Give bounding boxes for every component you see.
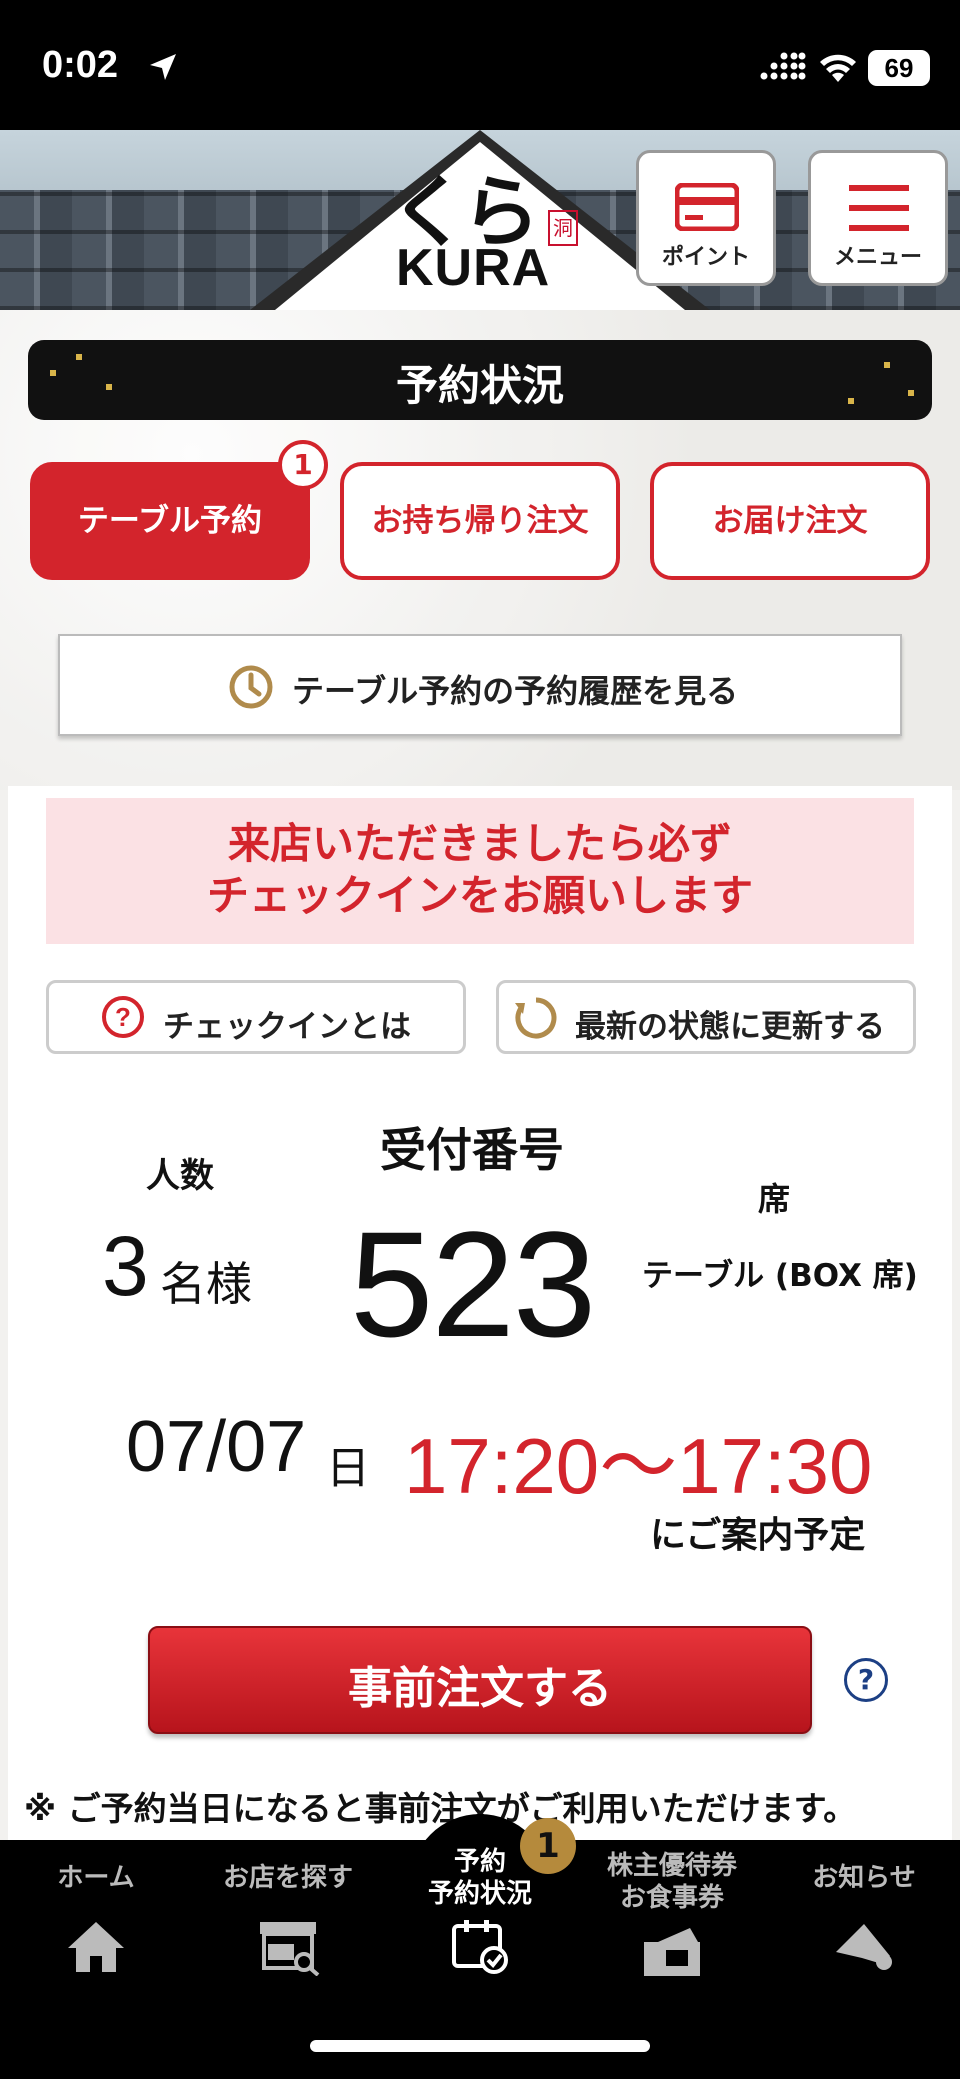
reservation-history-label: テーブル予約の予約履歴を見る: [292, 672, 739, 710]
people-count-unit: 名様: [160, 1257, 252, 1311]
location-arrow-icon: [150, 54, 176, 80]
seat-label: 席: [758, 1180, 791, 1218]
svg-text:?: ?: [115, 1002, 131, 1032]
refresh-status-label: 最新の状態に更新する: [575, 1009, 885, 1045]
pre-order-label: 事前注文する: [348, 1663, 612, 1714]
nav-news-label: お知らせ: [812, 1863, 916, 1893]
status-bar: 0:02 69: [0, 0, 960, 130]
page-title-bar: 予約状況: [28, 340, 932, 420]
refresh-icon: [515, 997, 557, 1039]
nav-home-label: ホーム: [57, 1863, 135, 1893]
tab-badge: 1: [278, 440, 328, 490]
pre-order-help-icon[interactable]: ?: [844, 1658, 888, 1702]
people-count-label: 人数: [146, 1156, 214, 1196]
cellular-signal-icon: [760, 52, 806, 80]
menu-button[interactable]: メニュー: [808, 150, 948, 286]
notice-line-2: チェックインをお願いします: [206, 871, 753, 920]
what-is-checkin-button[interactable]: ? チェックインとは: [46, 980, 466, 1054]
nav-shareholder-coupon-label: 株主優待券 お食事券: [606, 1851, 737, 1913]
guidance-scheduled-text: にご案内予定: [650, 1515, 866, 1556]
logo-kura-en: KURA: [396, 239, 551, 297]
card-icon: [675, 183, 739, 231]
wifi-icon: [820, 54, 856, 82]
nav-reservation-badge: 1: [520, 1818, 576, 1874]
pre-order-footnote: ※ ご予約当日になると事前注文がご利用いただけます。: [24, 1789, 857, 1828]
checkin-notice: 来店いただきましたら必ず チェックインをお願いします: [46, 798, 914, 944]
battery-icon: 69: [868, 50, 930, 86]
ticket-icon: [644, 1928, 700, 1976]
reservation-date: 07/07: [126, 1407, 307, 1487]
nav-home[interactable]: ホーム: [0, 1840, 192, 2040]
calendar-check-icon: [452, 1920, 508, 1974]
tab-takeout-order[interactable]: お持ち帰り注文: [340, 462, 620, 580]
page-title: 予約状況: [395, 361, 564, 410]
menu-label: メニュー: [833, 245, 922, 270]
reservation-date-unit: 日: [326, 1443, 370, 1494]
seat-type-value: テーブル (BOX 席): [642, 1258, 918, 1294]
reservation-history-button[interactable]: テーブル予約の予約履歴を見る: [58, 634, 902, 736]
reservation-time-range: 17:20〜17:30: [404, 1422, 873, 1510]
points-label: ポイント: [661, 245, 750, 270]
points-button[interactable]: ポイント: [636, 150, 776, 286]
nav-store-search[interactable]: お店を探す: [192, 1840, 384, 2040]
home-indicator[interactable]: [310, 2040, 650, 2052]
refresh-status-button[interactable]: 最新の状態に更新する: [496, 980, 916, 1054]
receipt-number-label: 受付番号: [380, 1123, 564, 1177]
receipt-number-value: 523: [350, 1200, 596, 1368]
nav-news[interactable]: お知らせ: [768, 1840, 960, 2040]
question-circle-icon: ?: [102, 996, 144, 1038]
nav-shareholder-coupon[interactable]: 株主優待券 お食事券: [576, 1840, 768, 2040]
clock-icon: [229, 665, 273, 709]
notice-line-1: 来店いただきましたら必ず: [227, 819, 732, 868]
what-is-checkin-label: チェックインとは: [163, 1009, 411, 1045]
reservation-card: 来店いただきましたら必ず チェックインをお願いします ? チェックインとは 最新…: [8, 786, 952, 1840]
nav-store-search-label: お店を探す: [222, 1863, 353, 1893]
main-content: 予約状況 テーブル予約 1 お持ち帰り注文 お届け注文 テーブル予約の予約履歴を…: [0, 310, 960, 1840]
logo-seal: 洞: [548, 210, 578, 246]
pre-order-button[interactable]: 事前注文する: [148, 1626, 812, 1734]
tab-delivery-order[interactable]: お届け注文: [650, 462, 930, 580]
tab-table-reservation[interactable]: テーブル予約: [30, 462, 310, 580]
store-search-icon: [260, 1922, 320, 1976]
home-icon: [68, 1922, 124, 1972]
app-header: くら 洞 KURA ポイント メニュー: [0, 130, 960, 310]
status-time: 0:02: [42, 44, 119, 86]
megaphone-icon: [836, 1924, 892, 1970]
hamburger-menu-icon: [849, 185, 909, 231]
people-count-value: 3: [102, 1219, 149, 1313]
